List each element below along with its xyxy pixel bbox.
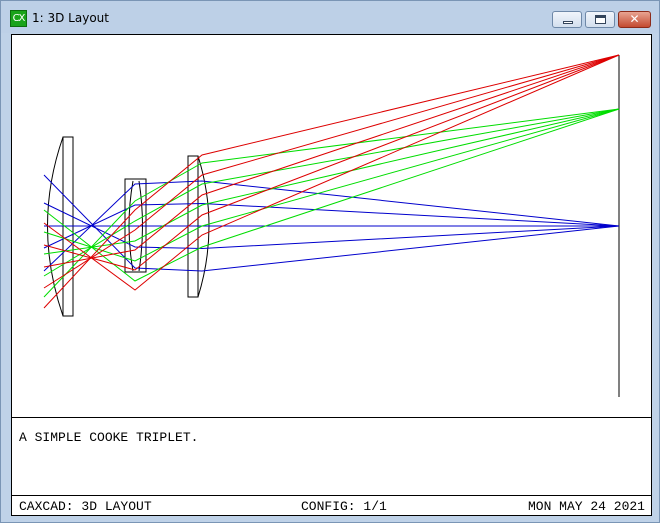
ray-field-2-3 — [43, 108, 620, 255]
ray-field-3-2 — [43, 54, 620, 271]
window-client-area: A SIMPLE COOKE TRIPLET. CAXCAD: 3D LAYOU… — [11, 34, 652, 516]
description-area: A SIMPLE COOKE TRIPLET. — [12, 417, 651, 495]
app-icon[interactable]: CX — [10, 10, 27, 27]
status-bar: CAXCAD: 3D LAYOUT CONFIG: 1/1 MON MAY 24… — [12, 495, 651, 515]
maximize-icon — [595, 15, 606, 24]
minimize-button[interactable] — [552, 11, 582, 28]
lens-layout-drawing — [43, 54, 620, 397]
close-button[interactable]: ✕ — [618, 11, 651, 28]
ray-field-2-2 — [43, 108, 620, 262]
minimize-icon — [563, 21, 573, 24]
status-config: CONFIG: 1/1 — [301, 499, 387, 514]
layout-plot-area[interactable] — [12, 35, 651, 417]
maximize-button[interactable] — [585, 11, 615, 28]
ray-field-3-5 — [43, 54, 620, 309]
title-bar[interactable]: CX 1: 3D Layout ✕ — [1, 1, 659, 33]
layout-window: CX 1: 3D Layout ✕ A SIMPLE COOKE TRIPLET… — [0, 0, 660, 523]
close-icon: ✕ — [629, 12, 640, 26]
window-title: 1: 3D Layout — [32, 11, 109, 25]
lens-description: A SIMPLE COOKE TRIPLET. — [19, 430, 199, 445]
status-program: CAXCAD: 3D LAYOUT — [19, 499, 152, 514]
status-date: MON MAY 24 2021 — [527, 499, 645, 514]
